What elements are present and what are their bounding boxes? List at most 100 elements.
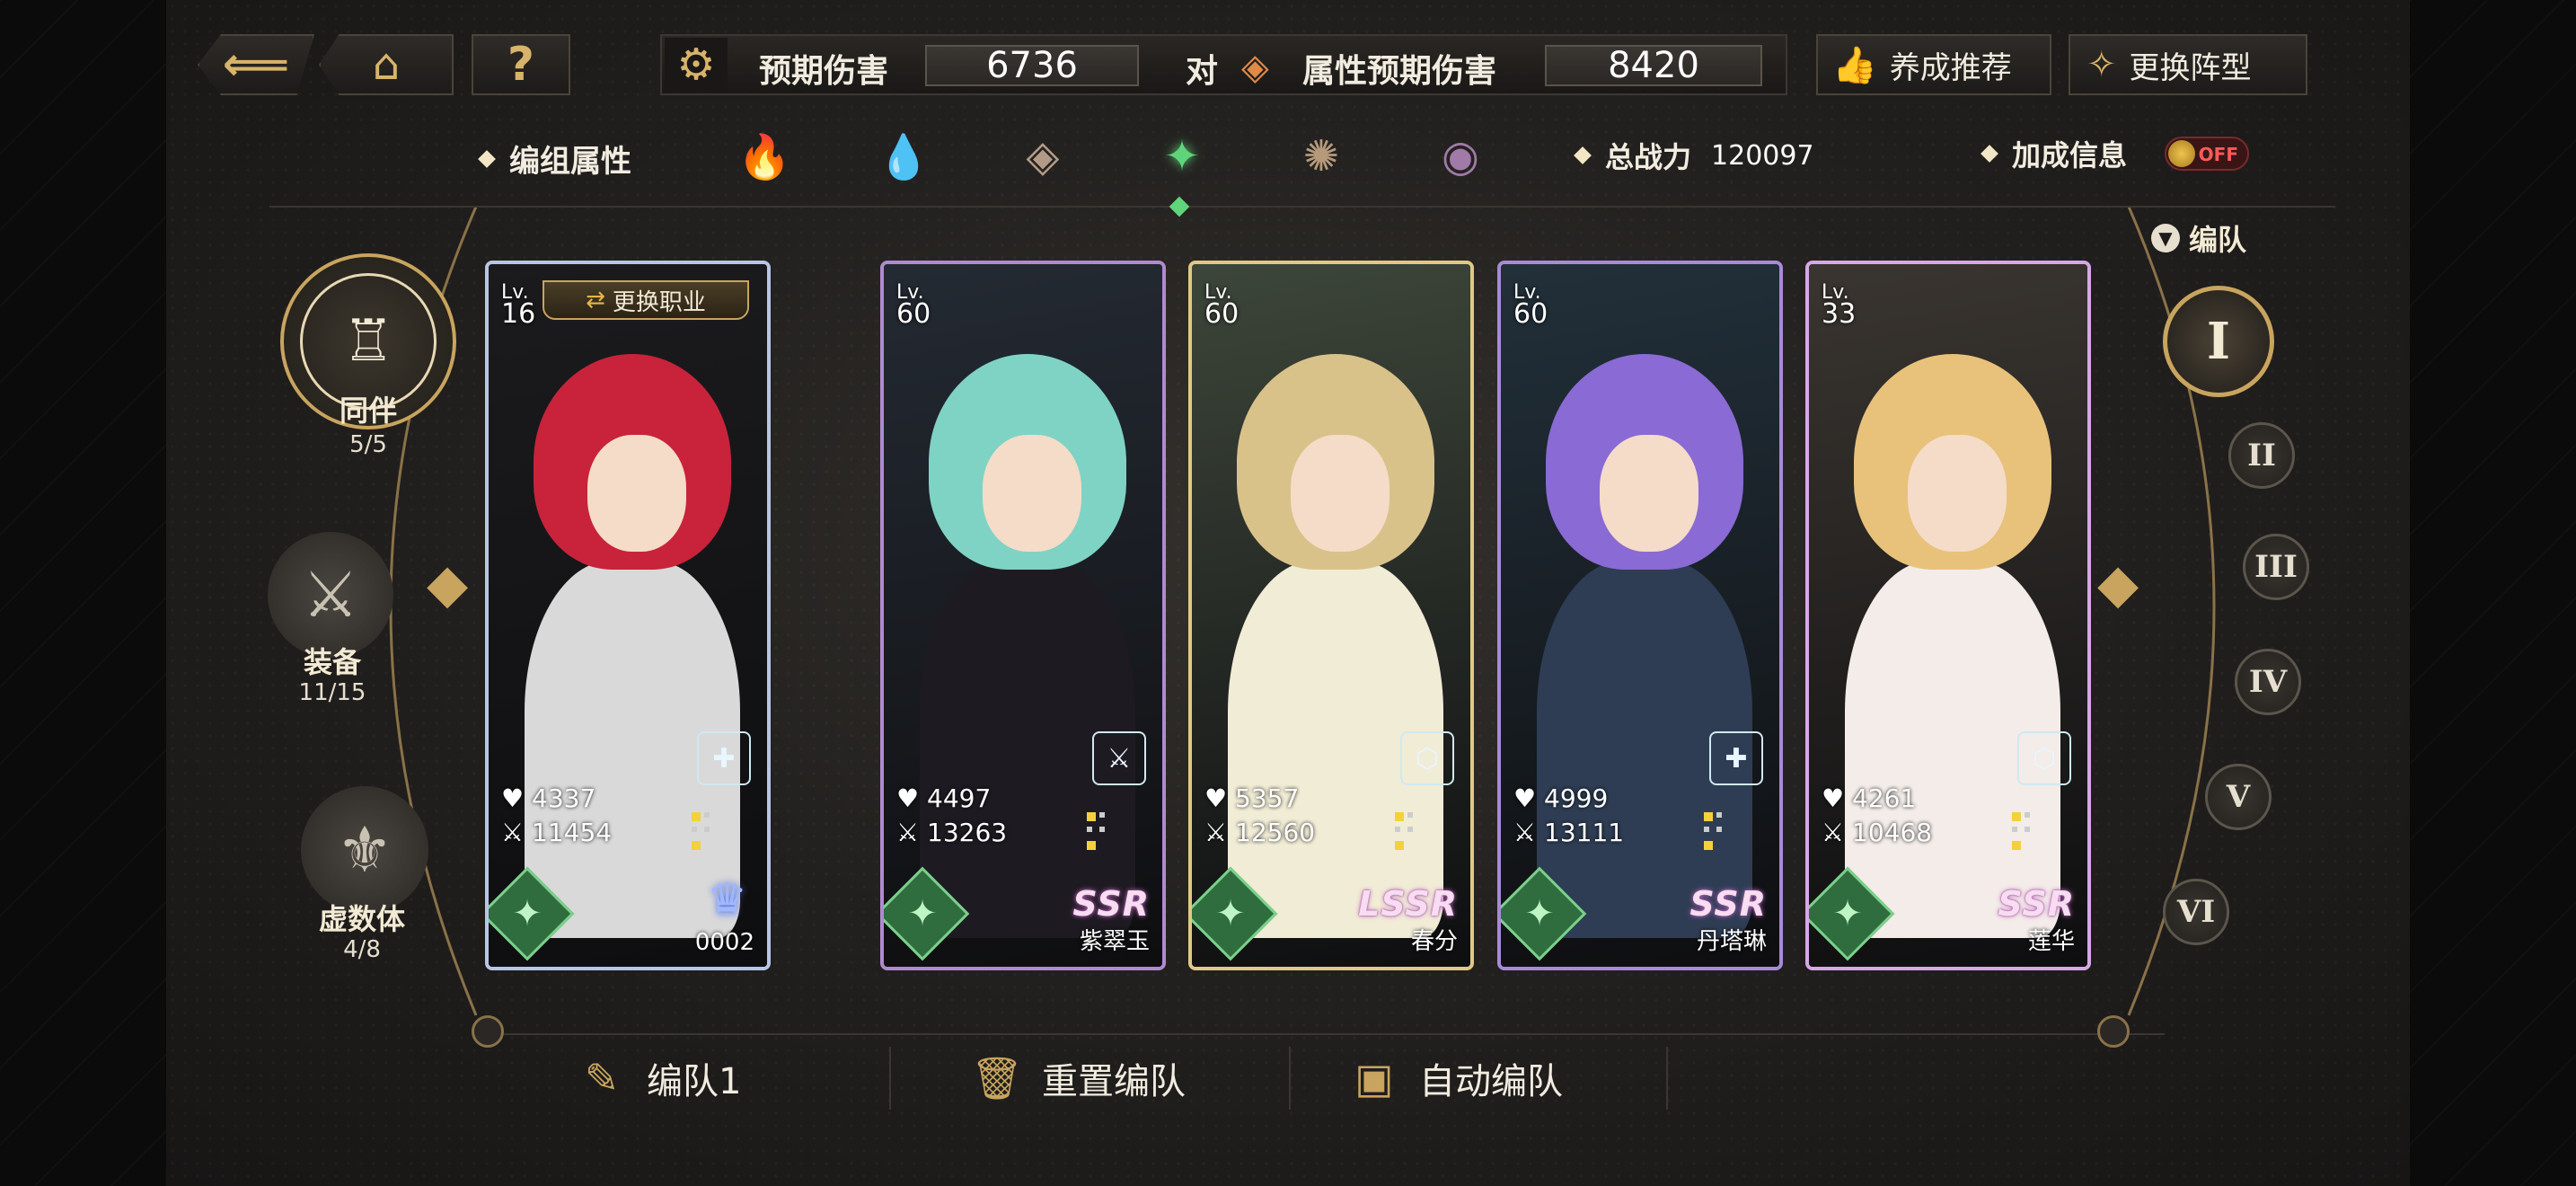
heart-icon: ♥ (501, 783, 533, 813)
fire-element-icon[interactable]: 🔥 (732, 124, 797, 189)
group-attr-heading: 编组属性 (478, 137, 631, 181)
left-nav-ornament: ◆ (427, 553, 469, 615)
water-element-icon[interactable]: 💧 (871, 124, 936, 189)
bonus-info-label: 加成信息 (2012, 138, 2128, 173)
team-3-button[interactable]: III (2243, 534, 2309, 600)
thumbs-up-icon: 👍 (1832, 44, 1877, 86)
equipment-label: 装备 (303, 645, 361, 679)
equipment-count: 11/15 (298, 679, 366, 706)
wind-element-icon[interactable]: ✦ (1150, 124, 1214, 189)
reset-team-button[interactable]: 🗑 重置编队 (970, 1047, 1186, 1110)
hp-stat: ♥ 4261 (1822, 783, 1916, 813)
crest-icon: ♛ (707, 873, 747, 925)
team-6-button[interactable]: VI (2163, 879, 2229, 945)
character-face (587, 435, 686, 552)
level-value: 60 (896, 298, 931, 330)
skill-dots (1087, 812, 1108, 854)
team-4-button[interactable]: IV (2235, 649, 2301, 715)
right-backdrop (2410, 0, 2576, 1186)
class-icon: ✚ (1709, 731, 1763, 785)
equipment-button[interactable]: ⚔ (268, 532, 393, 658)
wind-element-icon: ✦ (1524, 893, 1555, 934)
quill-icon: ✎ (584, 1054, 620, 1102)
virtual-label: 虚数体 (318, 902, 405, 936)
atk-stat: ⚔ 12560 (1204, 818, 1315, 847)
attr-damage-value: 8420 (1545, 45, 1762, 86)
heart-icon: ♥ (1513, 783, 1545, 813)
heart-icon: ♥ (1204, 783, 1236, 813)
heart-icon: ♥ (896, 783, 928, 813)
gear-icon: ⚙ (665, 38, 728, 92)
trash-icon: 🗑 (970, 1053, 1024, 1102)
help-button[interactable]: ? (472, 34, 570, 95)
character-name: 莲华 (2027, 928, 2075, 955)
character-face (983, 435, 1081, 552)
home-button[interactable]: ⌂ (319, 34, 454, 95)
hp-stat: ♥ 4497 (896, 783, 991, 813)
toggle-label: OFF (2198, 144, 2238, 165)
bonus-toggle[interactable]: OFF (2165, 137, 2249, 171)
character-card[interactable]: Lv. 33 ⬡ ♥ 4261 ⚔ 10468 ✦ SSR 莲华 (1805, 261, 2091, 970)
rarity-badge: SSR (1998, 884, 2075, 924)
virtual-button[interactable]: ⚜ (301, 786, 428, 914)
team1-label: 编队1 (647, 1061, 742, 1102)
hp-value: 4261 (1852, 783, 1917, 813)
dark-element-icon[interactable]: ◉ (1428, 124, 1493, 189)
sword-icon: ⚔ (1822, 818, 1853, 847)
change-formation-button[interactable]: ✧ 更换阵型 (2069, 34, 2307, 95)
team-5-button[interactable]: V (2205, 764, 2272, 830)
hp-value: 4999 (1544, 783, 1609, 813)
crest-icon: ⚜ (336, 813, 393, 887)
character-card[interactable]: Lv. 60 ✚ ♥ 4999 ⚔ 13111 ✦ SSR 丹塔琳 (1497, 261, 1783, 970)
bottom-left-node (472, 1015, 504, 1048)
auto-team-button[interactable]: ▣ 自动编队 (1347, 1047, 1563, 1110)
level-badge: Lv. 60 (1513, 282, 1548, 330)
wind-element-icon: ✦ (512, 893, 543, 934)
team1-button[interactable]: ✎ 编队1 (575, 1047, 742, 1110)
character-portrait (489, 264, 767, 967)
atk-value: 11454 (532, 818, 613, 847)
class-icon: ⬡ (2017, 731, 2071, 785)
right-nav-ornament: ◆ (2097, 553, 2139, 615)
character-face (1291, 435, 1389, 552)
atk-value: 12560 (1235, 818, 1316, 847)
skill-dots (692, 812, 713, 854)
wind-element-icon: ✦ (907, 893, 938, 934)
team-toggle[interactable]: ▼ 编队 (2151, 217, 2246, 259)
earth-element-icon[interactable]: ◈ (1010, 124, 1075, 189)
level-value: 33 (1822, 298, 1857, 330)
home-icon: ⌂ (372, 40, 401, 90)
skill-dots (1704, 812, 1725, 854)
atk-value: 13263 (927, 818, 1008, 847)
character-card[interactable]: Lv. 60 ⚔ ♥ 4497 ⚔ 13263 ✦ SSR 紫翠玉 (880, 261, 1166, 970)
team-2-button[interactable]: II (2228, 422, 2295, 489)
change-job-button[interactable]: ⇄ 更换职业 (543, 280, 749, 320)
recommend-button[interactable]: 👍 养成推荐 (1816, 34, 2051, 95)
character-portrait (884, 264, 1162, 967)
companion-count: 5/5 (349, 431, 387, 458)
earth-element-icon: ◈ (1241, 47, 1269, 88)
level-value: 60 (1513, 298, 1548, 330)
team-1-button[interactable]: I (2163, 286, 2274, 397)
skill-dots (2012, 812, 2033, 854)
character-portrait (1809, 264, 2087, 967)
toggle-knob (2168, 140, 2195, 167)
team-label: 编队 (2189, 223, 2247, 257)
atk-stat: ⚔ 13263 (896, 818, 1007, 847)
level-badge: Lv. 33 (1822, 282, 1857, 330)
bottom-right-node (2097, 1015, 2130, 1048)
character-card[interactable]: Lv. 16 ⇄ 更换职业 ✚ ♥ 4337 ⚔ 11454 ✦ ♛ 0002 (485, 261, 771, 970)
diamond-icon (1981, 145, 1998, 163)
character-name: 0002 (694, 929, 754, 956)
hp-value: 4337 (532, 783, 596, 813)
character-card[interactable]: Lv. 60 ⬡ ♥ 5357 ⚔ 12560 ✦ LSSR 春分 (1188, 261, 1474, 970)
character-portrait (1501, 264, 1779, 967)
level-value: 60 (1204, 298, 1239, 330)
light-element-icon[interactable]: ✺ (1289, 124, 1354, 189)
back-button[interactable]: ⟸ (198, 34, 314, 95)
character-name: 丹塔琳 (1696, 928, 1767, 955)
bonus-info: 加成信息 (1981, 133, 2128, 174)
formation-icon: ✧ (2086, 44, 2117, 85)
divider (1666, 1047, 1668, 1110)
swap-icon: ⇄ (586, 287, 605, 314)
